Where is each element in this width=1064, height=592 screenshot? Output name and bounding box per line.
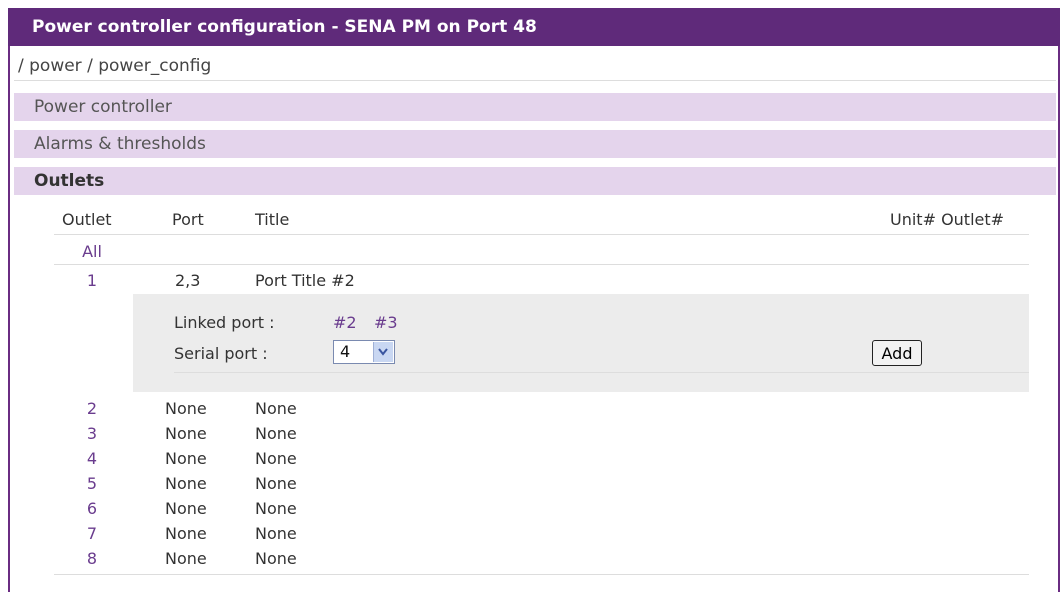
page-title: Power controller configuration - SENA PM… <box>8 8 1060 46</box>
serial-port-select[interactable]: 4 <box>333 340 395 364</box>
outlet-title-5: None <box>255 474 297 493</box>
outlet-port-1: 2,3 <box>175 271 201 290</box>
section-power-controller[interactable]: Power controller <box>14 93 1056 121</box>
divider <box>54 234 1029 235</box>
outlet-number-4[interactable]: 4 <box>62 449 122 468</box>
section-outlets[interactable]: Outlets <box>14 167 1056 195</box>
linked-port-link[interactable]: #2 <box>333 313 357 332</box>
outlet-title-4: None <box>255 449 297 468</box>
divider <box>54 264 1029 265</box>
outlet-number-2[interactable]: 2 <box>62 399 122 418</box>
outlet-number-5[interactable]: 5 <box>62 474 122 493</box>
outlet-port-4: None <box>165 449 207 468</box>
divider <box>54 574 1029 575</box>
outlet-title-1: Port Title #2 <box>255 271 355 290</box>
outlet-title-6: None <box>255 499 297 518</box>
linked-port-label: Linked port : <box>174 313 275 332</box>
outlet-title-3: None <box>255 424 297 443</box>
divider <box>174 372 1029 373</box>
column-header-title: Title <box>255 210 290 229</box>
linked-port-link[interactable]: #3 <box>374 313 398 332</box>
divider <box>14 80 1056 81</box>
outlet-number-6[interactable]: 6 <box>62 499 122 518</box>
outlet-title-7: None <box>255 524 297 543</box>
breadcrumb: / power / power_config <box>18 56 212 76</box>
section-alarms-thresholds[interactable]: Alarms & thresholds <box>14 130 1056 158</box>
outlet-number-1[interactable]: 1 <box>62 271 122 290</box>
column-header-unit-outlet: Unit# Outlet# <box>890 210 1005 229</box>
outlet-port-3: None <box>165 424 207 443</box>
outlet-port-8: None <box>165 549 207 568</box>
outlet-port-5: None <box>165 474 207 493</box>
column-header-port: Port <box>172 210 204 229</box>
outlet-port-2: None <box>165 399 207 418</box>
serial-port-value: 4 <box>340 342 351 361</box>
outlet-port-7: None <box>165 524 207 543</box>
outlet-title-8: None <box>255 549 297 568</box>
outlet-port-6: None <box>165 499 207 518</box>
outlet-title-2: None <box>255 399 297 418</box>
column-header-outlet: Outlet <box>62 210 112 229</box>
serial-port-label: Serial port : <box>174 344 268 363</box>
outlet-number-3[interactable]: 3 <box>62 424 122 443</box>
outlet-all-link[interactable]: All <box>62 242 122 261</box>
add-button[interactable]: Add <box>872 340 922 366</box>
outlet-number-7[interactable]: 7 <box>62 524 122 543</box>
chevron-down-icon[interactable] <box>373 342 393 362</box>
outlet-number-8[interactable]: 8 <box>62 549 122 568</box>
